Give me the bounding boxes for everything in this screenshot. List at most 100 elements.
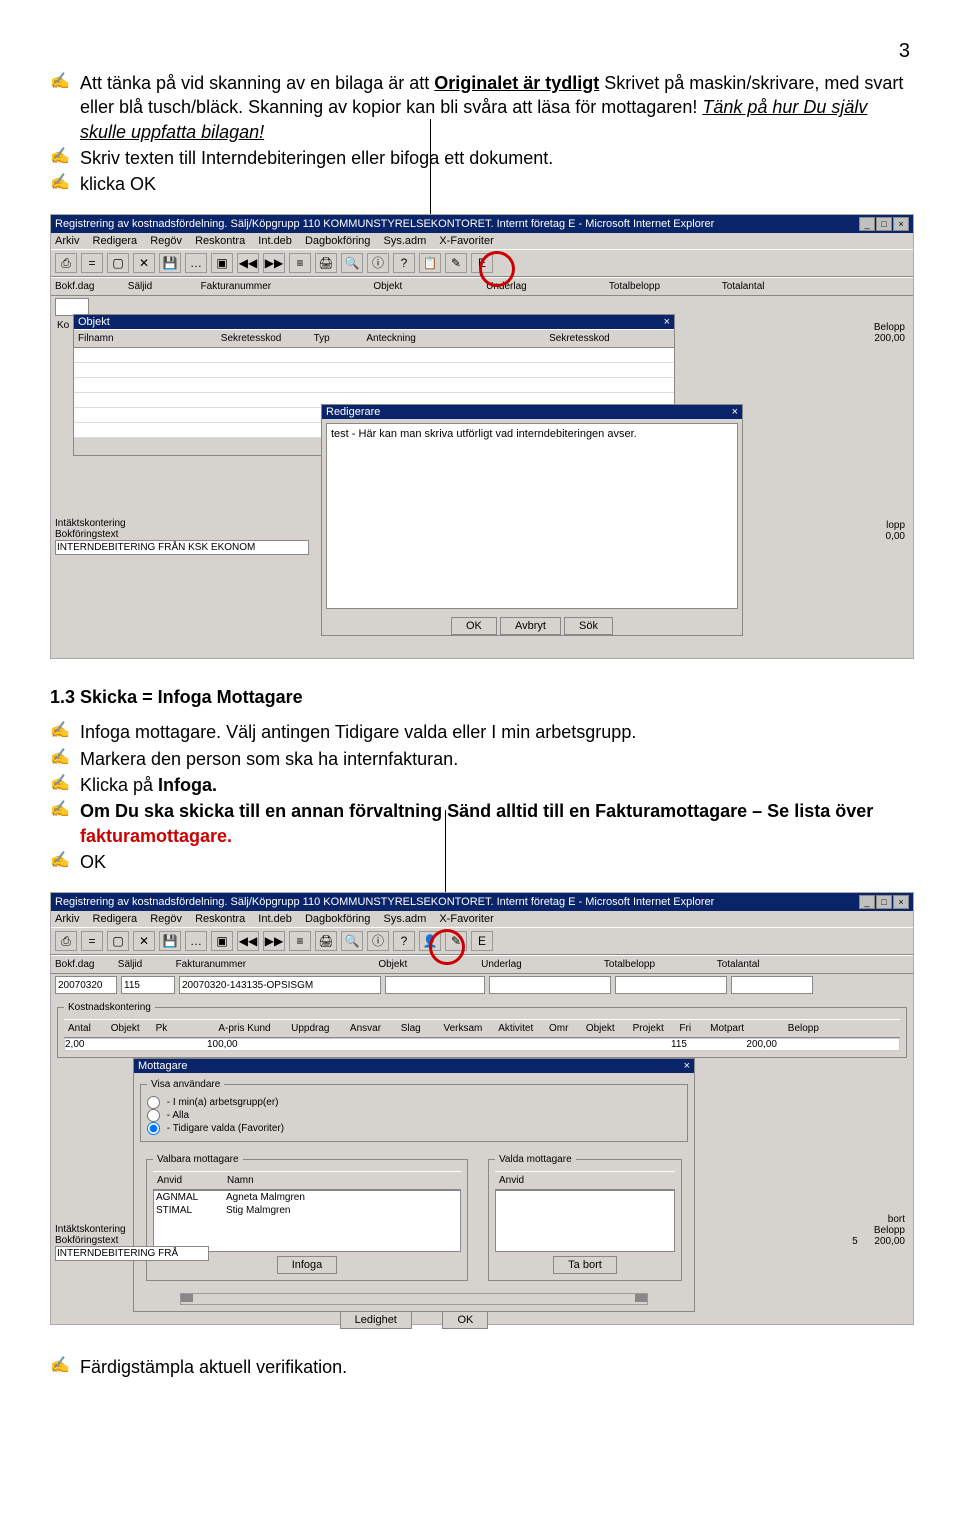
tabort-button[interactable]: Ta bort [553, 1256, 617, 1274]
radio-arbetsgrupp[interactable]: - I min(a) arbetsgrupp(er) [147, 1097, 278, 1108]
window-title: Registrering av kostnadsfördelning. Sälj… [55, 218, 714, 230]
menu-item[interactable]: Sys.adm [383, 913, 426, 925]
menu-item[interactable]: X-Favoriter [439, 913, 493, 925]
menu-item[interactable]: Regöv [150, 235, 182, 247]
col: Aktivitet [498, 1023, 546, 1034]
toolbar-button[interactable]: ≡ [289, 931, 311, 951]
toolbar-button[interactable]: E [471, 931, 493, 951]
valda-label: Valda mottagare [495, 1154, 576, 1165]
toolbar-button[interactable]: 🔍 [341, 931, 363, 951]
faktura-input[interactable] [179, 976, 381, 994]
close-icon[interactable]: × [732, 406, 738, 418]
bokf-label: Bokföringstext [55, 1235, 209, 1246]
menu-item[interactable]: Int.deb [258, 235, 292, 247]
toolbar-button[interactable]: 📋 [419, 253, 441, 273]
bokf-value[interactable]: INTERNDEBITERING FRÅN KSK EKONOM [55, 540, 309, 555]
saljid-input[interactable] [121, 976, 175, 994]
cell: 115 [671, 1039, 721, 1050]
toolbar-button[interactable]: ✎ [445, 253, 467, 273]
radio-tidigare[interactable]: - Tidigare valda (Favoriter) [147, 1123, 284, 1134]
cell[interactable]: Stig Malmgren [226, 1205, 290, 1216]
toolbar-button[interactable]: = [81, 253, 103, 273]
toolbar-button[interactable]: ⎙ [55, 931, 77, 951]
column-headers: Bokf.dag Säljid Fakturanummer Objekt Und… [51, 955, 913, 974]
menu-item[interactable]: Redigera [93, 235, 138, 247]
cell[interactable]: STIMAL [156, 1205, 226, 1216]
radio-alla[interactable]: - Alla [147, 1110, 189, 1121]
toolbar-button[interactable]: ▢ [107, 931, 129, 951]
col: Underlag [481, 959, 601, 970]
toolbar-button[interactable]: ≡ [289, 253, 311, 273]
toolbar-button[interactable]: 💾 [159, 931, 181, 951]
ok-button[interactable]: OK [442, 1311, 488, 1329]
underlag-input[interactable] [489, 976, 611, 994]
toolbar-button[interactable]: … [185, 931, 207, 951]
col: Objekt [378, 959, 478, 970]
toolbar-button[interactable]: ◀◀ [237, 253, 259, 273]
col: Sekretesskod [221, 333, 311, 344]
close-icon[interactable]: × [664, 316, 670, 328]
bullet-item: Skriv texten till Interndebiteringen ell… [50, 146, 910, 170]
prefix-ko: Ko [57, 320, 69, 331]
menu-item[interactable]: Dagbokföring [305, 235, 370, 247]
menu-item[interactable]: Arkiv [55, 235, 79, 247]
editor-textarea[interactable]: test - Här kan man skriva utförligt vad … [326, 423, 738, 609]
toolbar-button[interactable]: ▣ [211, 253, 233, 273]
toolbar-button[interactable]: = [81, 931, 103, 951]
toolbar-button[interactable]: ✕ [133, 253, 155, 273]
totalantal-input[interactable] [731, 976, 813, 994]
window-titlebar: Registrering av kostnadsfördelning. Sälj… [51, 893, 913, 911]
red-text: fakturamottagare. [80, 826, 232, 846]
cell[interactable]: Agneta Malmgren [226, 1192, 305, 1203]
menu-item[interactable]: Reskontra [195, 913, 245, 925]
toolbar-button[interactable]: ✕ [133, 931, 155, 951]
toolbar-button[interactable]: 🖨 [315, 931, 337, 951]
menu-item[interactable]: Sys.adm [383, 235, 426, 247]
totalbelopp-input[interactable] [615, 976, 727, 994]
toolbar-button[interactable]: ▣ [211, 931, 233, 951]
window-buttons[interactable]: _□× [858, 217, 909, 231]
col: Belopp [763, 1023, 819, 1034]
infoga-button[interactable]: Infoga [277, 1256, 338, 1274]
toolbar-button[interactable]: ⓘ [367, 253, 389, 273]
toolbar-button[interactable]: ? [393, 931, 415, 951]
panel-title: Mottagare [138, 1060, 188, 1072]
toolbar-button[interactable]: ⓘ [367, 931, 389, 951]
menu-item[interactable]: X-Favoriter [439, 235, 493, 247]
col: Bokf.dag [55, 959, 115, 970]
menu-item[interactable]: Redigera [93, 913, 138, 925]
menu-item[interactable]: Reskontra [195, 235, 245, 247]
menu-item[interactable]: Regöv [150, 913, 182, 925]
sok-button[interactable]: Sök [564, 617, 613, 635]
menubar[interactable]: Arkiv Redigera Regöv Reskontra Int.deb D… [51, 911, 913, 927]
menu-item[interactable]: Int.deb [258, 913, 292, 925]
bokfdag-input[interactable] [55, 976, 117, 994]
avbryt-button[interactable]: Avbryt [500, 617, 561, 635]
toolbar-button[interactable]: ? [393, 253, 415, 273]
ledighet-button[interactable]: Ledighet [340, 1311, 412, 1329]
col: Sekretesskod [549, 333, 639, 344]
toolbar-button[interactable]: ▢ [107, 253, 129, 273]
toolbar-button[interactable]: ◀◀ [237, 931, 259, 951]
toolbar-button[interactable]: ▶▶ [263, 253, 285, 273]
belopp-label: Belopp [852, 1225, 905, 1236]
bullet-item: Att tänka på vid skanning av en bilaga ä… [50, 71, 910, 144]
cell[interactable]: AGNMAL [156, 1192, 226, 1203]
toolbar-button[interactable]: 💾 [159, 253, 181, 273]
menubar[interactable]: Arkiv Redigera Regöv Reskontra Int.deb D… [51, 233, 913, 249]
toolbar[interactable]: ⎙ = ▢ ✕ 💾 … ▣ ◀◀ ▶▶ ≡ 🖨 🔍 ⓘ ? 👤 ✎ E [51, 927, 913, 955]
toolbar-button[interactable]: … [185, 253, 207, 273]
toolbar-button[interactable]: ⎙ [55, 253, 77, 273]
toolbar-button[interactable]: 🔍 [341, 253, 363, 273]
menu-item[interactable]: Dagbokföring [305, 913, 370, 925]
window-buttons[interactable]: _□× [858, 895, 909, 909]
close-icon[interactable]: × [684, 1060, 690, 1072]
menu-item[interactable]: Arkiv [55, 913, 79, 925]
bullet-item: OK [50, 850, 910, 874]
toolbar-button[interactable]: 🖨 [315, 253, 337, 273]
toolbar-button[interactable]: ▶▶ [263, 931, 285, 951]
ok-button[interactable]: OK [451, 617, 497, 635]
objekt-input[interactable] [385, 976, 485, 994]
belopp-value: 200,00 [874, 1236, 905, 1247]
bokf-value[interactable]: INTERNDEBITERING FRÅ [55, 1246, 209, 1261]
